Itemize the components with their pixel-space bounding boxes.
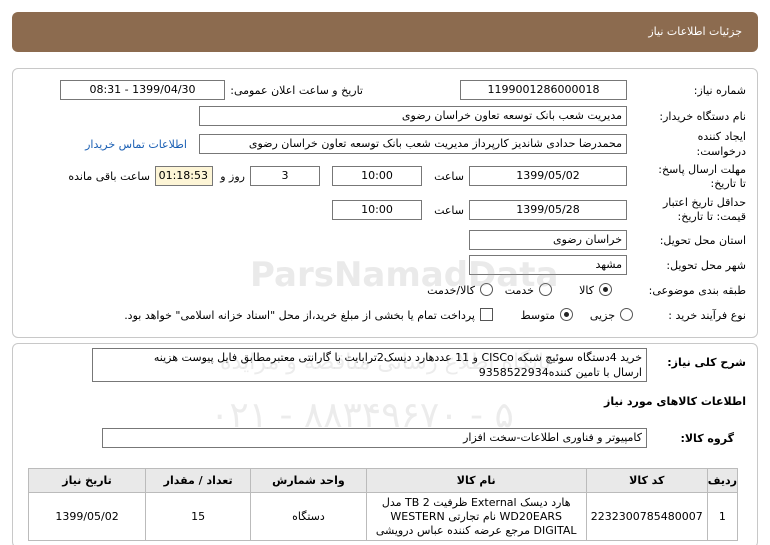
province-field: خراسان رضوی [469, 230, 627, 250]
table-row: 1 2232300785480007 هارد دیسک External ظر… [27, 492, 739, 541]
goods-group-label: گروه کالا: [680, 432, 734, 445]
treasury-checkbox[interactable] [480, 308, 493, 321]
col-date: تاریخ نیاز [27, 468, 147, 493]
need-number-field: 1199001286000018 [460, 80, 627, 100]
watermark-phone: ۰۲۱ - ۸۸۳۴۹۶۷۰ - ۵ [210, 395, 514, 436]
announce-field: 1399/04/30 - 08:31 [60, 80, 225, 100]
col-qty: تعداد / مقدار [145, 468, 252, 493]
creator-label-2: درخواست: [696, 145, 746, 158]
reply-deadline-label-2: تا تاریخ: [710, 177, 746, 190]
validity-date-field: 1399/05/28 [469, 200, 627, 220]
remaining-time-field: 01:18:53 [155, 166, 213, 186]
watermark-tagline: پایگاه اطلاع رسانی مناقصه و مزایده [220, 350, 551, 375]
purchase-option-medium: متوسط [520, 309, 555, 322]
page-title: جزئیات اطلاعات نیاز [648, 25, 742, 38]
purchase-radio-minor[interactable] [620, 308, 633, 321]
row-unit: دستگاه [250, 492, 367, 541]
description-label: شرح کلی نیاز: [667, 356, 746, 369]
treasury-note: پرداخت تمام یا بخشی از مبلغ خرید،از محل … [124, 309, 475, 322]
buyer-label: نام دستگاه خریدار: [659, 110, 746, 123]
category-option-goods: کالا [579, 284, 594, 297]
category-label: طبقه بندی موضوعی: [648, 284, 746, 297]
col-code: کد کالا [585, 468, 708, 493]
col-unit: واحد شمارش [250, 468, 367, 493]
validity-time-field: 10:00 [332, 200, 422, 220]
reply-time-label: ساعت [434, 170, 464, 183]
validity-time-label: ساعت [434, 204, 464, 217]
creator-label-1: ایجاد کننده [697, 130, 746, 143]
row-index: 1 [706, 492, 739, 541]
goods-table: ردیف کد کالا نام کالا واحد شمارش تعداد /… [27, 468, 739, 541]
buyer-contact-link[interactable]: اطلاعات تماس خریدار [85, 138, 187, 151]
days-label: روز و [220, 170, 245, 183]
row-date: 1399/05/02 [27, 492, 147, 541]
row-name: هارد دیسک External ظرفیت 2 TB مدل WD20EA… [365, 492, 587, 541]
buyer-field: مدیریت شعب بانک توسعه تعاون خراسان رضوی [199, 106, 627, 126]
announce-label: تاریخ و ساعت اعلان عمومی: [230, 84, 363, 97]
remaining-label: ساعت باقی مانده [68, 170, 150, 183]
purchase-radio-medium[interactable] [560, 308, 573, 321]
category-radio-goods[interactable] [599, 283, 612, 296]
need-number-label: شماره نیاز: [693, 84, 746, 97]
validity-label-1: حداقل تاریخ اعتبار [662, 196, 746, 209]
col-index: ردیف [706, 468, 739, 493]
city-label: شهر محل تحویل: [666, 259, 746, 272]
row-code: 2232300785480007 [585, 492, 708, 541]
province-label: استان محل تحویل: [659, 234, 746, 247]
goods-info-title: اطلاعات کالاهای مورد نیاز [604, 395, 746, 408]
watermark-brand: ParsNamadData [250, 255, 559, 295]
purchase-type-label: نوع فرآیند خرید : [668, 309, 746, 322]
purchase-option-minor: جزیی [589, 309, 615, 322]
reply-date-field: 1399/05/02 [469, 166, 627, 186]
col-name: نام کالا [365, 468, 587, 493]
page-header: جزئیات اطلاعات نیاز [12, 12, 758, 52]
row-qty: 15 [145, 492, 252, 541]
goods-table-header: ردیف کد کالا نام کالا واحد شمارش تعداد /… [27, 468, 739, 493]
creator-field: محمدرضا حدادی شاندیز کارپرداز مدیریت شعب… [199, 134, 627, 154]
reply-time-field: 10:00 [332, 166, 422, 186]
validity-label-2: قیمت: تا تاریخ: [677, 210, 746, 223]
days-field: 3 [250, 166, 320, 186]
reply-deadline-label-1: مهلت ارسال پاسخ: [658, 163, 746, 176]
